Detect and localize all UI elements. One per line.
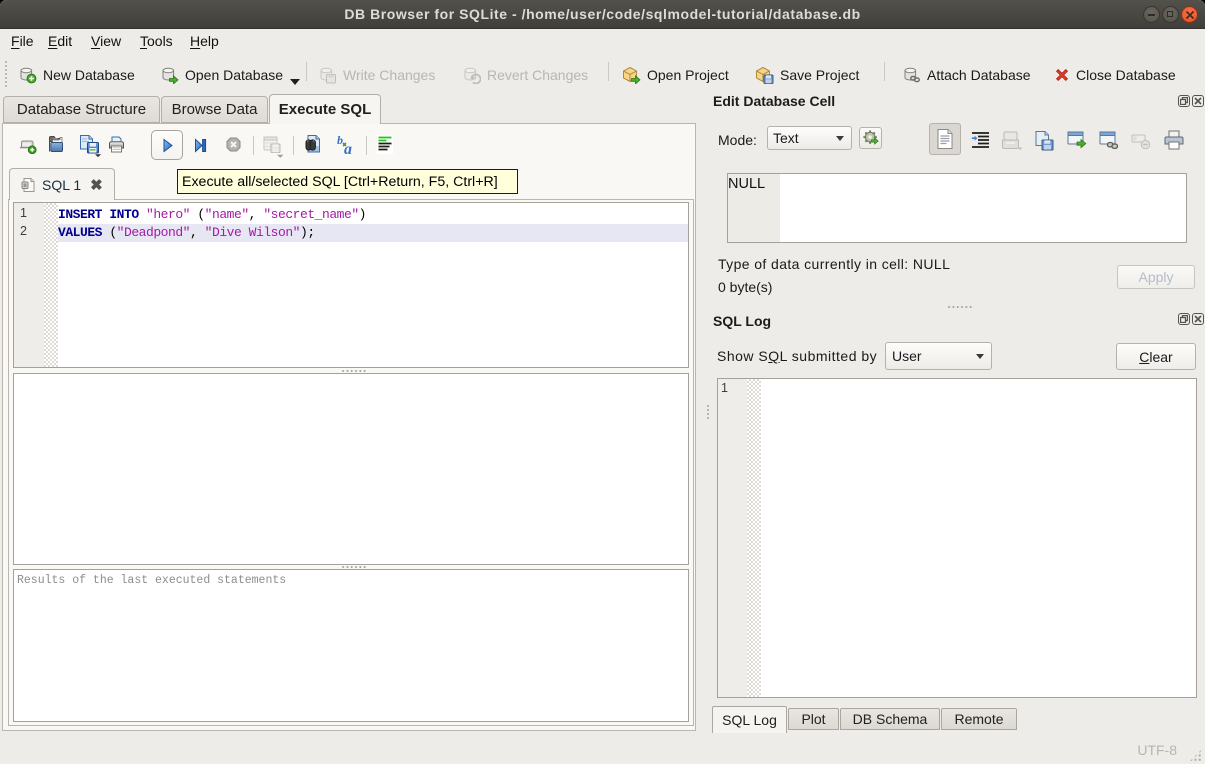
svg-text:b: b xyxy=(337,134,343,147)
